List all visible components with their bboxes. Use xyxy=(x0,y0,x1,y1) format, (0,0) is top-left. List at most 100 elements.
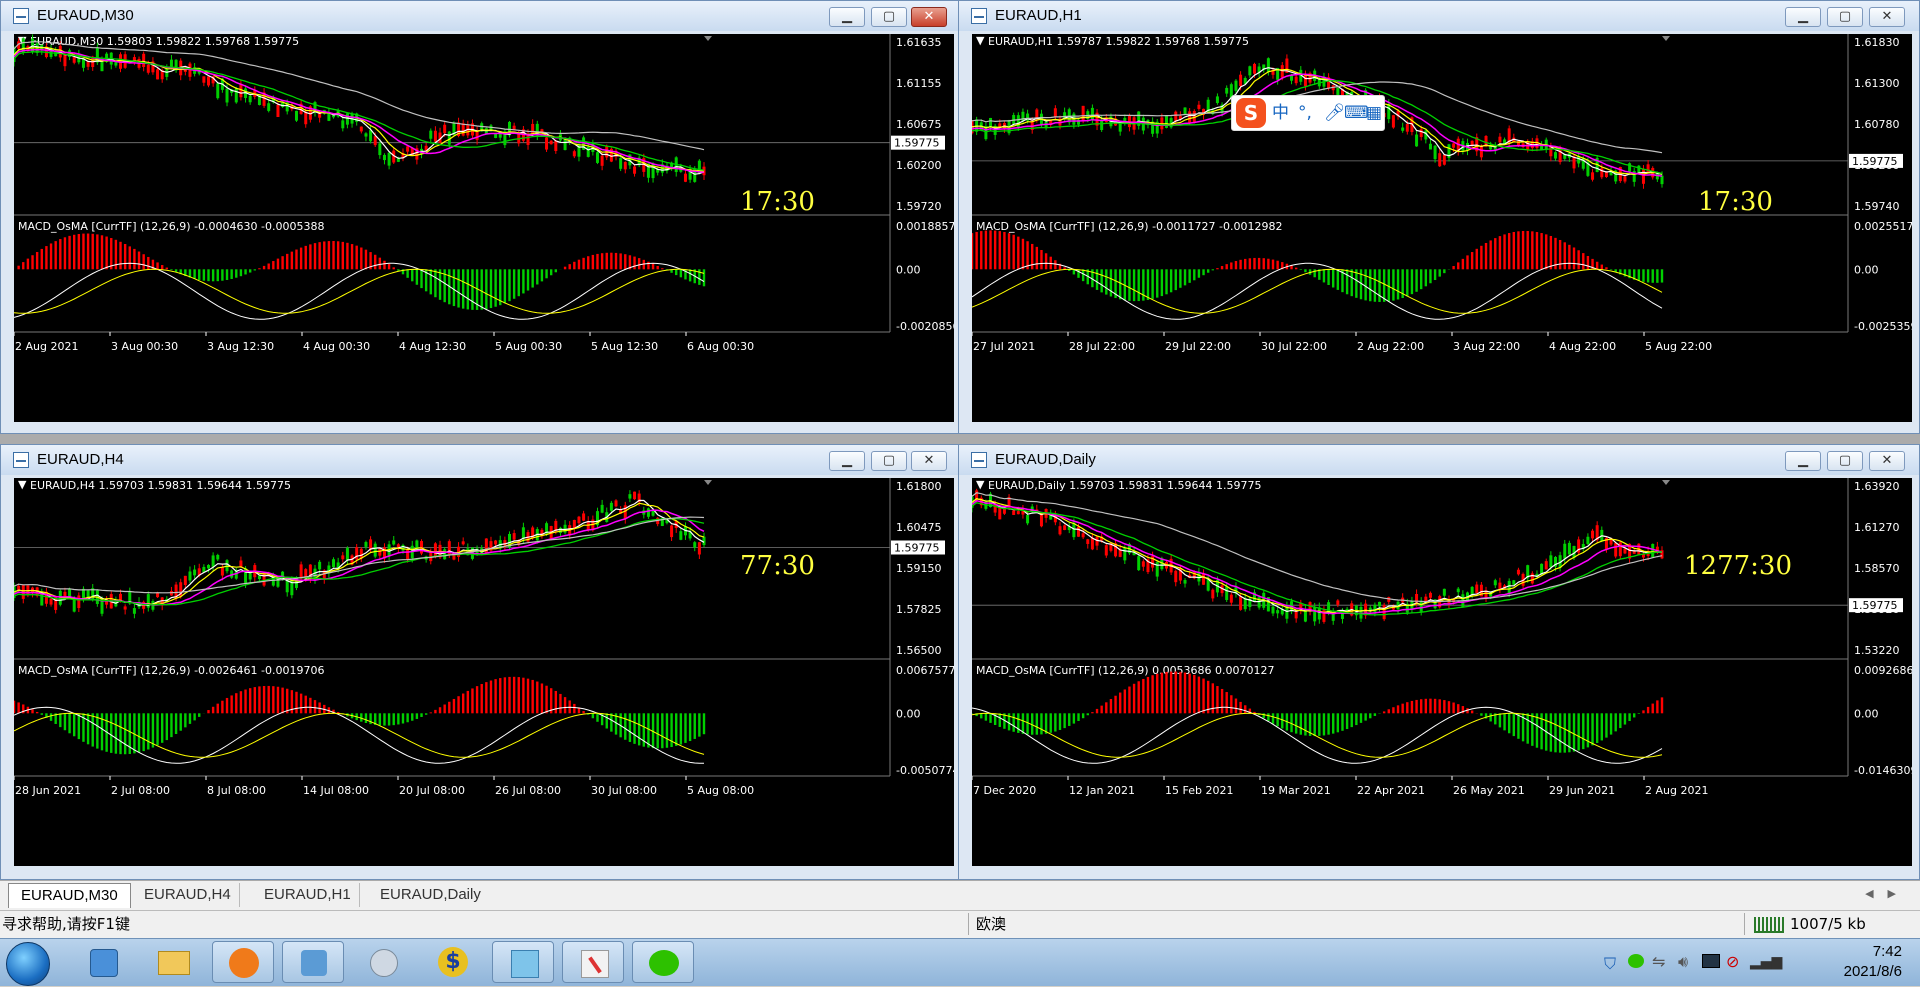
osma-histogram-bar xyxy=(142,713,144,751)
taskbar-browser-icon[interactable] xyxy=(212,941,274,983)
mute-icon[interactable]: ⊘ xyxy=(1726,952,1739,971)
signal-icon[interactable]: ▂▄▆ xyxy=(1750,954,1782,970)
maximize-button[interactable]: ▢ xyxy=(1827,7,1863,27)
osma-histogram-bar xyxy=(1239,702,1241,713)
minimize-button[interactable]: ▁ xyxy=(829,451,865,471)
date-tick-label: 2 Aug 2021 xyxy=(1645,784,1708,797)
window-titlebar[interactable]: EURAUD,M30 ▁ ▢ ✕ xyxy=(1,1,959,31)
osma-histogram-bar xyxy=(1596,713,1598,743)
candle-body xyxy=(392,540,395,544)
ime-language-toggle[interactable]: 中 xyxy=(1272,96,1289,130)
osma-histogram-bar xyxy=(1304,269,1306,272)
taskbar-wechat-icon[interactable] xyxy=(632,941,694,983)
ime-logo-icon[interactable]: S xyxy=(1236,98,1266,128)
osma-histogram-bar xyxy=(1341,713,1343,730)
status-profile[interactable]: 欧澳 xyxy=(976,911,1006,937)
network-icon[interactable]: ⇋ xyxy=(1652,952,1665,971)
wechat-tray-icon[interactable] xyxy=(1628,954,1644,968)
tab-euraud-daily[interactable]: EURAUD,Daily xyxy=(372,883,489,907)
candle-body xyxy=(1545,561,1548,569)
osma-histogram-bar xyxy=(1351,269,1353,296)
ime-toolbar[interactable]: S 中 °, 🎤︎ ⌨ ▦ xyxy=(1231,95,1385,131)
chart-canvas[interactable]: ▼EURAUD,H1 1.59787 1.59822 1.59768 1.597… xyxy=(972,34,1912,422)
osma-histogram-bar xyxy=(1221,689,1223,713)
taskbar-notepad-icon[interactable] xyxy=(492,941,554,983)
price-tick-label: 1.61800 xyxy=(896,480,942,493)
chart-canvas[interactable]: ▼EURAUD,M30 1.59803 1.59822 1.59768 1.59… xyxy=(14,34,954,422)
osma-histogram-bar xyxy=(1517,713,1519,738)
tab-scroll-arrows[interactable]: ◀▶ xyxy=(1865,887,1910,900)
osma-histogram-bar xyxy=(258,686,260,713)
osma-histogram-bar xyxy=(1587,713,1589,747)
osma-histogram-bar xyxy=(434,269,436,297)
taskbar-paint-icon[interactable] xyxy=(562,941,624,983)
start-button[interactable] xyxy=(6,942,50,986)
osma-histogram-bar xyxy=(434,710,436,713)
ime-punctuation-toggle[interactable]: °, xyxy=(1298,96,1312,130)
osma-histogram-bar xyxy=(1054,260,1056,269)
tab-euraud-h1[interactable]: EURAUD,H1 xyxy=(256,883,360,907)
chart-canvas[interactable]: ▼EURAUD,Daily 1.59703 1.59831 1.59644 1.… xyxy=(972,478,1912,866)
chart-svg[interactable]: ▼EURAUD,Daily 1.59703 1.59831 1.59644 1.… xyxy=(972,478,1912,866)
chart-window-h1[interactable]: EURAUD,H1 ▁ ▢ ✕ ▼EURAUD,H1 1.59787 1.598… xyxy=(958,0,1920,434)
osma-histogram-bar xyxy=(406,713,408,722)
osma-histogram-bar xyxy=(1531,231,1533,269)
taskbar-clock[interactable]: 7:42 2021/8/6 xyxy=(1844,942,1902,982)
chart-svg[interactable]: ▼EURAUD,H4 1.59703 1.59831 1.59644 1.597… xyxy=(14,478,954,866)
osma-histogram-bar xyxy=(587,256,589,269)
osma-histogram-bar xyxy=(703,713,705,734)
close-button[interactable]: ✕ xyxy=(911,451,947,471)
chart-window-icon xyxy=(13,452,29,468)
chart-svg[interactable]: ▼EURAUD,M30 1.59803 1.59822 1.59768 1.59… xyxy=(14,34,954,422)
chart-header-arrow: ▼ xyxy=(976,478,985,491)
close-button[interactable]: ✕ xyxy=(1869,451,1905,471)
minimize-button[interactable]: ▁ xyxy=(1785,451,1821,471)
maximize-button[interactable]: ▢ xyxy=(1827,451,1863,471)
osma-histogram-bar xyxy=(156,262,158,269)
window-titlebar[interactable]: EURAUD,H4 ▁ ▢ ✕ xyxy=(1,445,959,475)
shield-icon[interactable]: ⛉ xyxy=(1604,954,1616,974)
chart-window-daily[interactable]: EURAUD,Daily ▁ ▢ ✕ ▼EURAUD,Daily 1.59703… xyxy=(958,444,1920,880)
osma-histogram-bar xyxy=(54,241,56,269)
osma-histogram-bar xyxy=(1170,672,1172,714)
osma-histogram-bar xyxy=(1184,269,1186,285)
maximize-button[interactable]: ▢ xyxy=(871,7,907,27)
chart-window-m30[interactable]: EURAUD,M30 ▁ ▢ ✕ ▼EURAUD,M30 1.59803 1.5… xyxy=(0,0,960,434)
toolbox-icon[interactable]: ▦ xyxy=(1366,96,1382,130)
chart-svg[interactable]: ▼EURAUD,H1 1.59787 1.59822 1.59768 1.597… xyxy=(972,34,1912,422)
tab-euraud-h4[interactable]: EURAUD,H4 xyxy=(136,883,240,907)
candle-body xyxy=(304,112,307,124)
taskbar-contacts-icon[interactable] xyxy=(72,941,134,983)
monitor-icon[interactable] xyxy=(1702,954,1720,968)
osma-histogram-bar xyxy=(1610,269,1612,270)
osma-histogram-bar xyxy=(78,234,80,269)
osma-histogram-bar xyxy=(615,253,617,269)
chart-window-h4[interactable]: EURAUD,H4 ▁ ▢ ✕ ▼EURAUD,H4 1.59703 1.598… xyxy=(0,444,960,880)
osma-histogram-bar xyxy=(999,713,1001,727)
taskbar-folder-icon[interactable] xyxy=(142,941,204,983)
window-titlebar[interactable]: EURAUD,Daily ▁ ▢ ✕ xyxy=(959,445,1919,475)
minimize-button[interactable]: ▁ xyxy=(1785,7,1821,27)
volume-icon[interactable]: 🔊︎ xyxy=(1678,952,1688,972)
microphone-icon[interactable]: 🎤︎ xyxy=(1324,96,1346,130)
window-titlebar[interactable]: EURAUD,H1 ▁ ▢ ✕ xyxy=(959,1,1919,31)
taskbar-media-icon[interactable] xyxy=(352,941,414,983)
close-button[interactable]: ✕ xyxy=(1869,7,1905,27)
taskbar-contacts-icon[interactable] xyxy=(282,941,344,983)
close-button[interactable]: ✕ xyxy=(911,7,947,27)
osma-histogram-bar xyxy=(564,267,566,270)
keyboard-icon[interactable]: ⌨ xyxy=(1344,96,1369,130)
osma-histogram-bar xyxy=(1452,703,1454,714)
maximize-button[interactable]: ▢ xyxy=(871,451,907,471)
candle-body xyxy=(100,600,103,614)
chart-canvas[interactable]: ▼EURAUD,H4 1.59703 1.59831 1.59644 1.597… xyxy=(14,478,954,866)
osma-histogram-bar xyxy=(1026,241,1028,269)
tab-euraud-m30[interactable]: EURAUD,M30 xyxy=(8,883,131,908)
minimize-button[interactable]: ▁ xyxy=(829,7,865,27)
candle-body xyxy=(216,83,219,98)
macd-tick-label: 0.0018857 xyxy=(896,220,954,233)
taskbar-dollar-icon[interactable]: $ xyxy=(422,941,484,983)
candle-body xyxy=(401,545,404,550)
candle-body xyxy=(406,146,409,151)
candle-body xyxy=(1272,607,1275,614)
